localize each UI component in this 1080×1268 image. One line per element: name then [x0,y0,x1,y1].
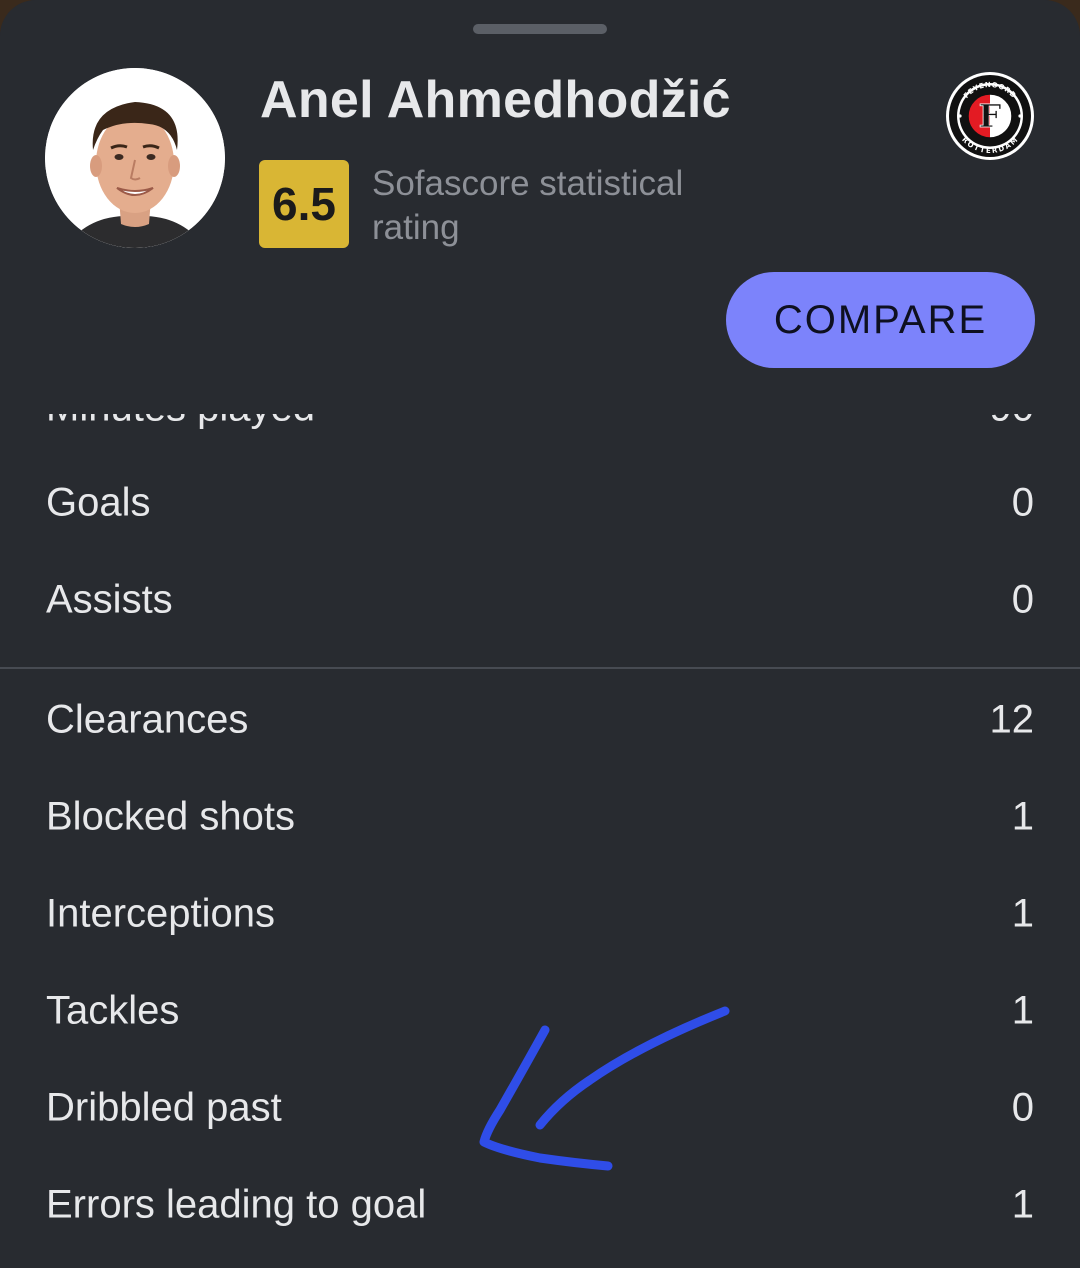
stat-label: Interceptions [46,891,276,935]
feyenoord-crest-icon: F FEYENOORD ROTTERDAM [946,72,1034,160]
player-bottom-sheet: Minutes played 90 Goals 0 Assists 0 Clea… [0,0,1080,1268]
player-name: Anel Ahmedhodžić [260,71,731,129]
player-photo-icon [45,68,225,248]
stat-row-errors-leading-to-goal: Errors leading to goal 1 [0,1156,1080,1253]
stat-row-goals: Goals 0 [0,454,1080,551]
stat-row-tackles: Tackles 1 [0,962,1080,1059]
stat-value: 1 [1011,1182,1034,1226]
stat-value: 0 [1011,577,1034,621]
stat-row-blocked-shots: Blocked shots 1 [0,768,1080,865]
player-avatar [45,68,225,248]
stat-label: Errors leading to goal [46,1182,427,1226]
stat-value: 1 [1011,794,1034,838]
stat-label: Tackles [46,988,180,1032]
stat-label: Dribbled past [46,1085,282,1129]
stat-label: Assists [46,577,173,621]
stat-label: Blocked shots [46,794,296,838]
stat-value: 1 [1011,891,1034,935]
stat-label: Goals [46,480,151,524]
club-logo[interactable]: F FEYENOORD ROTTERDAM [945,71,1035,161]
crest-letter: F [979,97,1002,135]
compare-button[interactable]: COMPARE [726,272,1035,368]
rating-badge[interactable]: 6.5 [259,160,349,248]
stat-row-interceptions: Interceptions 1 [0,865,1080,962]
stat-value: 1 [1011,988,1034,1032]
stat-row-assists: Assists 0 [0,551,1080,648]
stat-value: 0 [1011,1085,1034,1129]
player-header: Anel Ahmedhodžić 6.5 Sofascore statistic… [0,0,1080,414]
stat-value: 12 [989,697,1035,741]
stat-row-clearances: Clearances 12 [0,671,1080,768]
stat-label: Clearances [46,697,249,741]
stat-value: 0 [1011,480,1034,524]
stat-row-dribbled-past: Dribbled past 0 [0,1059,1080,1156]
rating-label: Sofascore statistical rating [372,164,684,247]
section-divider [0,667,1080,669]
drag-handle[interactable] [473,24,607,34]
